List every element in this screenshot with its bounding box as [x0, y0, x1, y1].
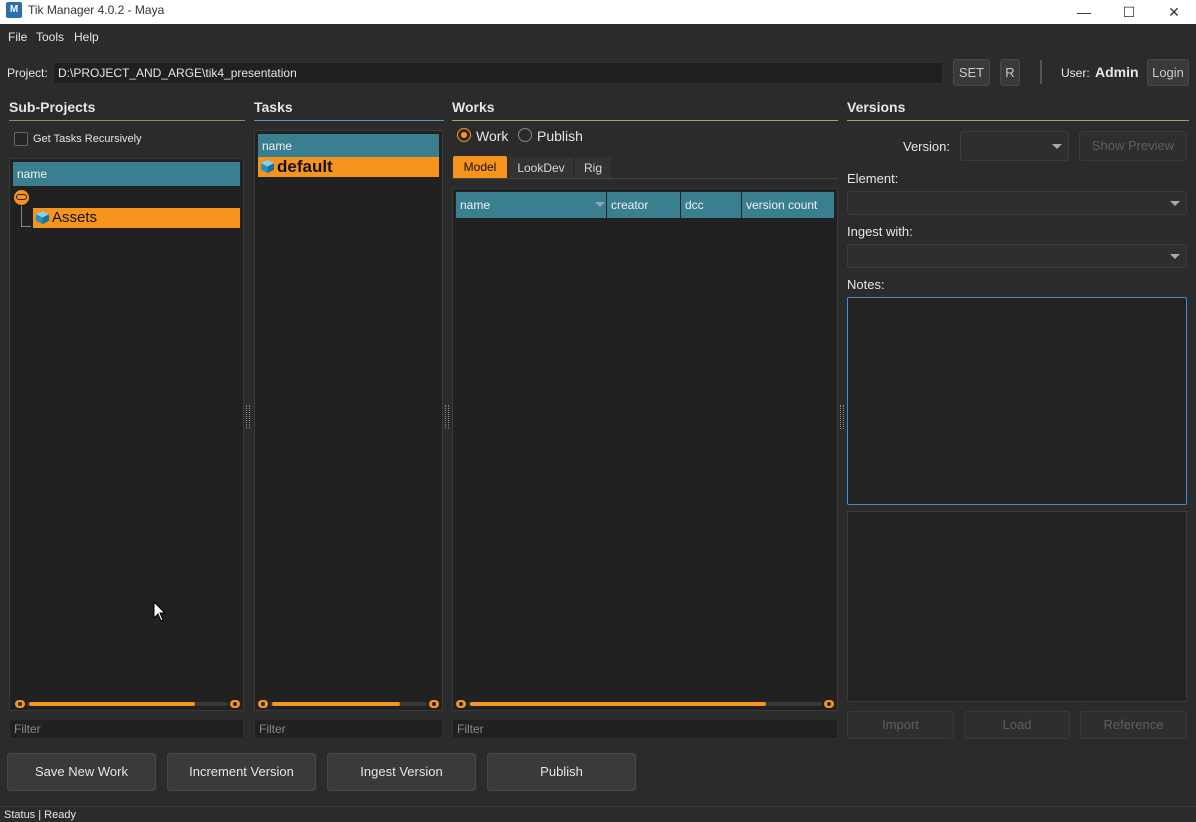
- splitter-handle[interactable]: [246, 405, 250, 429]
- project-path-field[interactable]: D:\PROJECT_AND_ARGE\tik4_presentation: [53, 62, 943, 84]
- work-radio[interactable]: [457, 128, 471, 142]
- works-hscroll[interactable]: [456, 700, 834, 708]
- reference-button[interactable]: Reference: [1080, 711, 1187, 739]
- menu-tools[interactable]: Tools: [36, 30, 64, 44]
- load-button[interactable]: Load: [964, 711, 1070, 739]
- tab-model[interactable]: Model: [453, 156, 507, 179]
- set-project-button[interactable]: SET: [953, 59, 990, 86]
- subprojects-filter-input[interactable]: Filter: [9, 719, 244, 739]
- scroll-thumb[interactable]: [272, 702, 400, 706]
- task-item-default[interactable]: default: [258, 157, 439, 177]
- radio-dot: [461, 132, 467, 138]
- project-label: Project:: [7, 66, 48, 80]
- scroll-thumb[interactable]: [470, 702, 766, 706]
- sort-indicator-icon: [595, 202, 605, 207]
- task-item-label: default: [277, 157, 333, 176]
- notes-label: Notes:: [847, 277, 885, 292]
- subprojects-tree[interactable]: name Assets: [9, 158, 244, 711]
- save-new-work-button[interactable]: Save New Work: [7, 753, 156, 791]
- scroll-left-icon[interactable]: [258, 700, 268, 708]
- tree-item-assets[interactable]: Assets: [33, 208, 240, 228]
- tree-connector: [21, 206, 31, 227]
- versions-underline: [847, 120, 1189, 121]
- chevron-down-icon: [1170, 254, 1180, 259]
- tree-item-label: Assets: [52, 209, 98, 226]
- version-label: Version:: [903, 139, 950, 154]
- scroll-thumb[interactable]: [29, 702, 195, 706]
- versions-title: Versions: [847, 99, 906, 115]
- scroll-left-icon[interactable]: [456, 700, 466, 708]
- element-label: Element:: [847, 171, 899, 186]
- publish-radio[interactable]: [518, 128, 532, 142]
- subprojects-column-name[interactable]: name: [13, 162, 240, 186]
- user-label: User:: [1061, 66, 1090, 80]
- recursive-label: Get Tasks Recursively: [33, 133, 142, 145]
- version-dropdown[interactable]: [960, 131, 1069, 161]
- login-button[interactable]: Login: [1147, 59, 1189, 86]
- cube-icon: [260, 159, 275, 174]
- increment-version-button[interactable]: Increment Version: [167, 753, 316, 791]
- mouse-cursor-icon: [153, 601, 167, 622]
- tasks-underline: [254, 120, 444, 121]
- thumbnail-preview: [847, 511, 1187, 702]
- work-radio-label: Work: [476, 128, 509, 144]
- cube-icon: [35, 210, 50, 225]
- works-underline: [452, 120, 838, 121]
- subprojects-title: Sub-Projects: [9, 99, 96, 115]
- ingest-version-button[interactable]: Ingest Version: [327, 753, 476, 791]
- subprojects-underline: [9, 120, 245, 121]
- works-filter-input[interactable]: Filter: [452, 719, 838, 739]
- works-title: Works: [452, 99, 495, 115]
- user-name: Admin: [1095, 64, 1139, 80]
- show-preview-button[interactable]: Show Preview: [1079, 131, 1187, 161]
- maya-app-icon: M: [6, 2, 22, 18]
- ingest-with-label: Ingest with:: [847, 224, 913, 239]
- publish-button[interactable]: Publish: [487, 753, 636, 791]
- close-icon[interactable]: ✕: [1151, 0, 1196, 24]
- splitter-handle[interactable]: [445, 405, 449, 429]
- scroll-right-icon[interactable]: [824, 700, 834, 708]
- chevron-down-icon: [1052, 144, 1062, 149]
- element-dropdown[interactable]: [847, 191, 1187, 215]
- subprojects-hscroll[interactable]: [15, 700, 240, 708]
- tab-rig[interactable]: Rig: [575, 157, 611, 179]
- notes-textarea[interactable]: [847, 297, 1187, 505]
- recursive-checkbox[interactable]: [14, 132, 28, 146]
- works-column-creator[interactable]: creator: [607, 192, 680, 218]
- works-table[interactable]: name creator dcc version count: [452, 188, 838, 711]
- works-column-name[interactable]: name: [456, 192, 606, 218]
- chevron-down-icon: [1170, 201, 1180, 206]
- status-bar: Status | Ready: [0, 806, 1196, 822]
- ingest-with-dropdown[interactable]: [847, 244, 1187, 268]
- scroll-left-icon[interactable]: [15, 700, 25, 708]
- import-button[interactable]: Import: [847, 711, 954, 739]
- scroll-right-icon[interactable]: [230, 700, 240, 708]
- tasks-list[interactable]: name default: [254, 130, 443, 711]
- scroll-right-icon[interactable]: [429, 700, 439, 708]
- refresh-button[interactable]: R: [1000, 59, 1020, 86]
- menu-bar: File Tools Help: [0, 24, 1196, 50]
- works-column-dcc[interactable]: dcc: [681, 192, 741, 218]
- publish-radio-label: Publish: [537, 128, 583, 144]
- works-column-version-count[interactable]: version count: [742, 192, 834, 218]
- tab-lookdev[interactable]: LookDev: [509, 157, 573, 179]
- window-title: Tik Manager 4.0.2 - Maya: [28, 3, 165, 17]
- maximize-icon[interactable]: ☐: [1106, 0, 1152, 24]
- splitter-handle[interactable]: [840, 405, 844, 429]
- toolbar-separator: [1040, 60, 1042, 84]
- tasks-column-name[interactable]: name: [258, 134, 439, 158]
- minimize-icon[interactable]: —: [1061, 0, 1107, 24]
- tab-bar-line: [452, 178, 838, 179]
- title-bar: M Tik Manager 4.0.2 - Maya — ☐ ✕: [0, 0, 1196, 24]
- menu-help[interactable]: Help: [74, 30, 99, 44]
- tasks-filter-input[interactable]: Filter: [254, 719, 443, 739]
- tasks-hscroll[interactable]: [258, 700, 439, 708]
- tasks-title: Tasks: [254, 99, 293, 115]
- menu-file[interactable]: File: [8, 30, 27, 44]
- root-orb-inner: [16, 194, 27, 200]
